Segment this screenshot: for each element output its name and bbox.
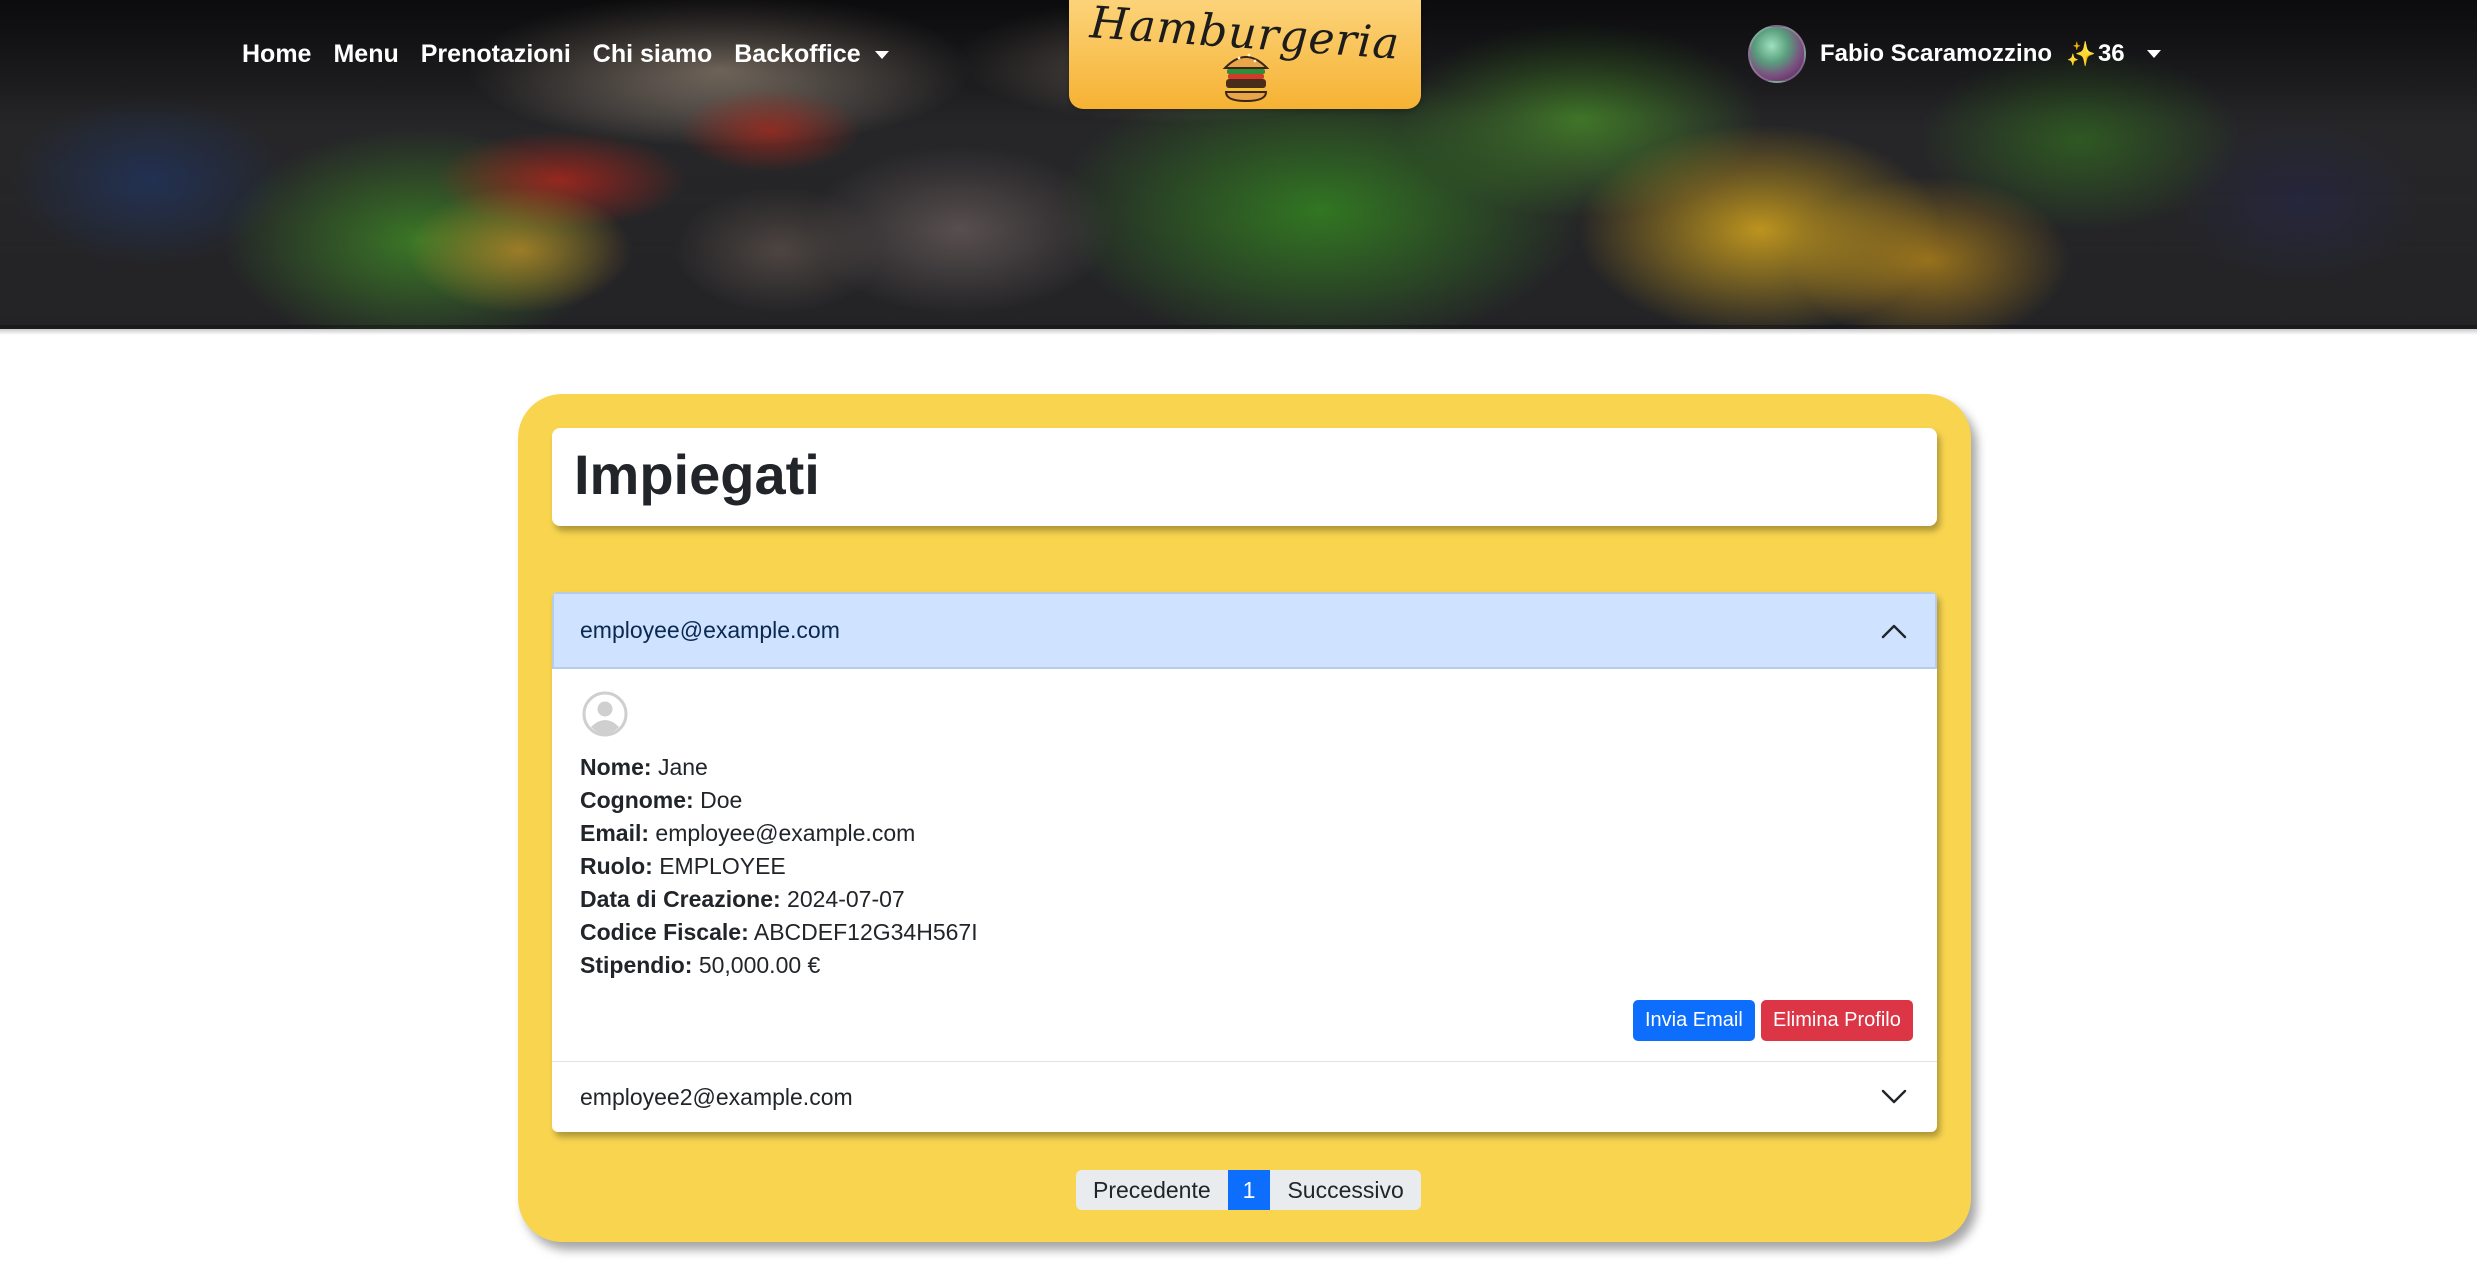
sparkle-icon: ✨ (2066, 40, 2096, 68)
pagination: Precedente 1 Successivo (1076, 1170, 1421, 1210)
detail-row-ruolo: Ruolo: EMPLOYEE (580, 850, 978, 883)
detail-label: Data di Creazione: (580, 886, 781, 912)
detail-label: Cognome: (580, 787, 694, 813)
main-nav: Home Menu Prenotazioni Chi siamo Backoff… (242, 34, 911, 74)
detail-row-codice-fiscale: Codice Fiscale: ABCDEF12G34H567I (580, 916, 978, 949)
detail-row-data-creazione: Data di Creazione: 2024-07-07 (580, 883, 978, 916)
nav-home-link[interactable]: Home (242, 34, 311, 74)
nav-backoffice-dropdown[interactable]: Backoffice (734, 34, 889, 74)
user-menu[interactable]: Fabio Scaramozzino ✨ 36 (1748, 25, 2477, 83)
detail-value: Jane (657, 754, 708, 780)
send-email-button[interactable]: Invia Email (1633, 1000, 1755, 1041)
detail-label: Codice Fiscale: (580, 919, 749, 945)
title-card: Impiegati (552, 428, 1937, 526)
employee-details: Nome: Jane Cognome: Doe Email: employee@… (580, 751, 978, 982)
detail-label: Ruolo: (580, 853, 653, 879)
accordion-body-employee: Nome: Jane Cognome: Doe Email: employee@… (552, 669, 1937, 1062)
accordion-header-employee2[interactable]: employee2@example.com (552, 1062, 1937, 1132)
detail-value: 2024-07-07 (787, 886, 905, 912)
person-circle-icon (582, 691, 628, 737)
detail-label: Nome: (580, 754, 652, 780)
brand-logo[interactable]: Hamburgeria (1069, 0, 1421, 109)
hero-shadow (0, 325, 2477, 335)
delete-profile-button[interactable]: Elimina Profilo (1761, 1000, 1913, 1041)
nav-prenotazioni-link[interactable]: Prenotazioni (421, 34, 571, 74)
detail-label: Email: (580, 820, 650, 846)
detail-value: EMPLOYEE (659, 853, 786, 879)
employees-accordion: employee@example.com Nome: Jane Cognome:… (552, 592, 1937, 1132)
burger-icon (1222, 53, 1270, 103)
accordion-header-employee[interactable]: employee@example.com (552, 592, 1937, 669)
chevron-up-icon (1881, 624, 1907, 639)
detail-value: Doe (700, 787, 743, 813)
detail-value: 50,000.00 € (698, 952, 821, 978)
detail-value: employee@example.com (655, 820, 916, 846)
nav-backoffice-label: Backoffice (734, 40, 861, 68)
pagination-next-button[interactable]: Successivo (1270, 1170, 1421, 1210)
detail-row-email: Email: employee@example.com (580, 817, 978, 850)
caret-down-icon (874, 51, 889, 60)
accordion-header-email: employee@example.com (580, 617, 840, 643)
pagination-previous-button[interactable]: Precedente (1076, 1170, 1228, 1210)
detail-value: ABCDEF12G34H567I (753, 919, 978, 945)
detail-row-nome: Nome: Jane (580, 751, 978, 784)
nav-menu-link[interactable]: Menu (333, 34, 398, 74)
user-points: 36 (2097, 40, 2125, 67)
detail-row-stipendio: Stipendio: 50,000.00 € (580, 949, 978, 982)
user-dropdown-caret-icon[interactable] (2146, 50, 2161, 58)
page-title: Impiegati (574, 443, 820, 506)
pagination-page-1[interactable]: 1 (1227, 1170, 1271, 1210)
accordion-header-email: employee2@example.com (580, 1083, 853, 1110)
employees-panel: Impiegati employee@example.com Nome: Jan… (518, 394, 1971, 1242)
detail-row-cognome: Cognome: Doe (580, 784, 978, 817)
detail-label: Stipendio: (580, 952, 693, 978)
nav-chi-siamo-link[interactable]: Chi siamo (593, 34, 712, 74)
chevron-down-icon (1881, 1089, 1907, 1104)
user-name[interactable]: Fabio Scaramozzino (1820, 40, 2052, 68)
avatar[interactable] (1748, 25, 1806, 83)
